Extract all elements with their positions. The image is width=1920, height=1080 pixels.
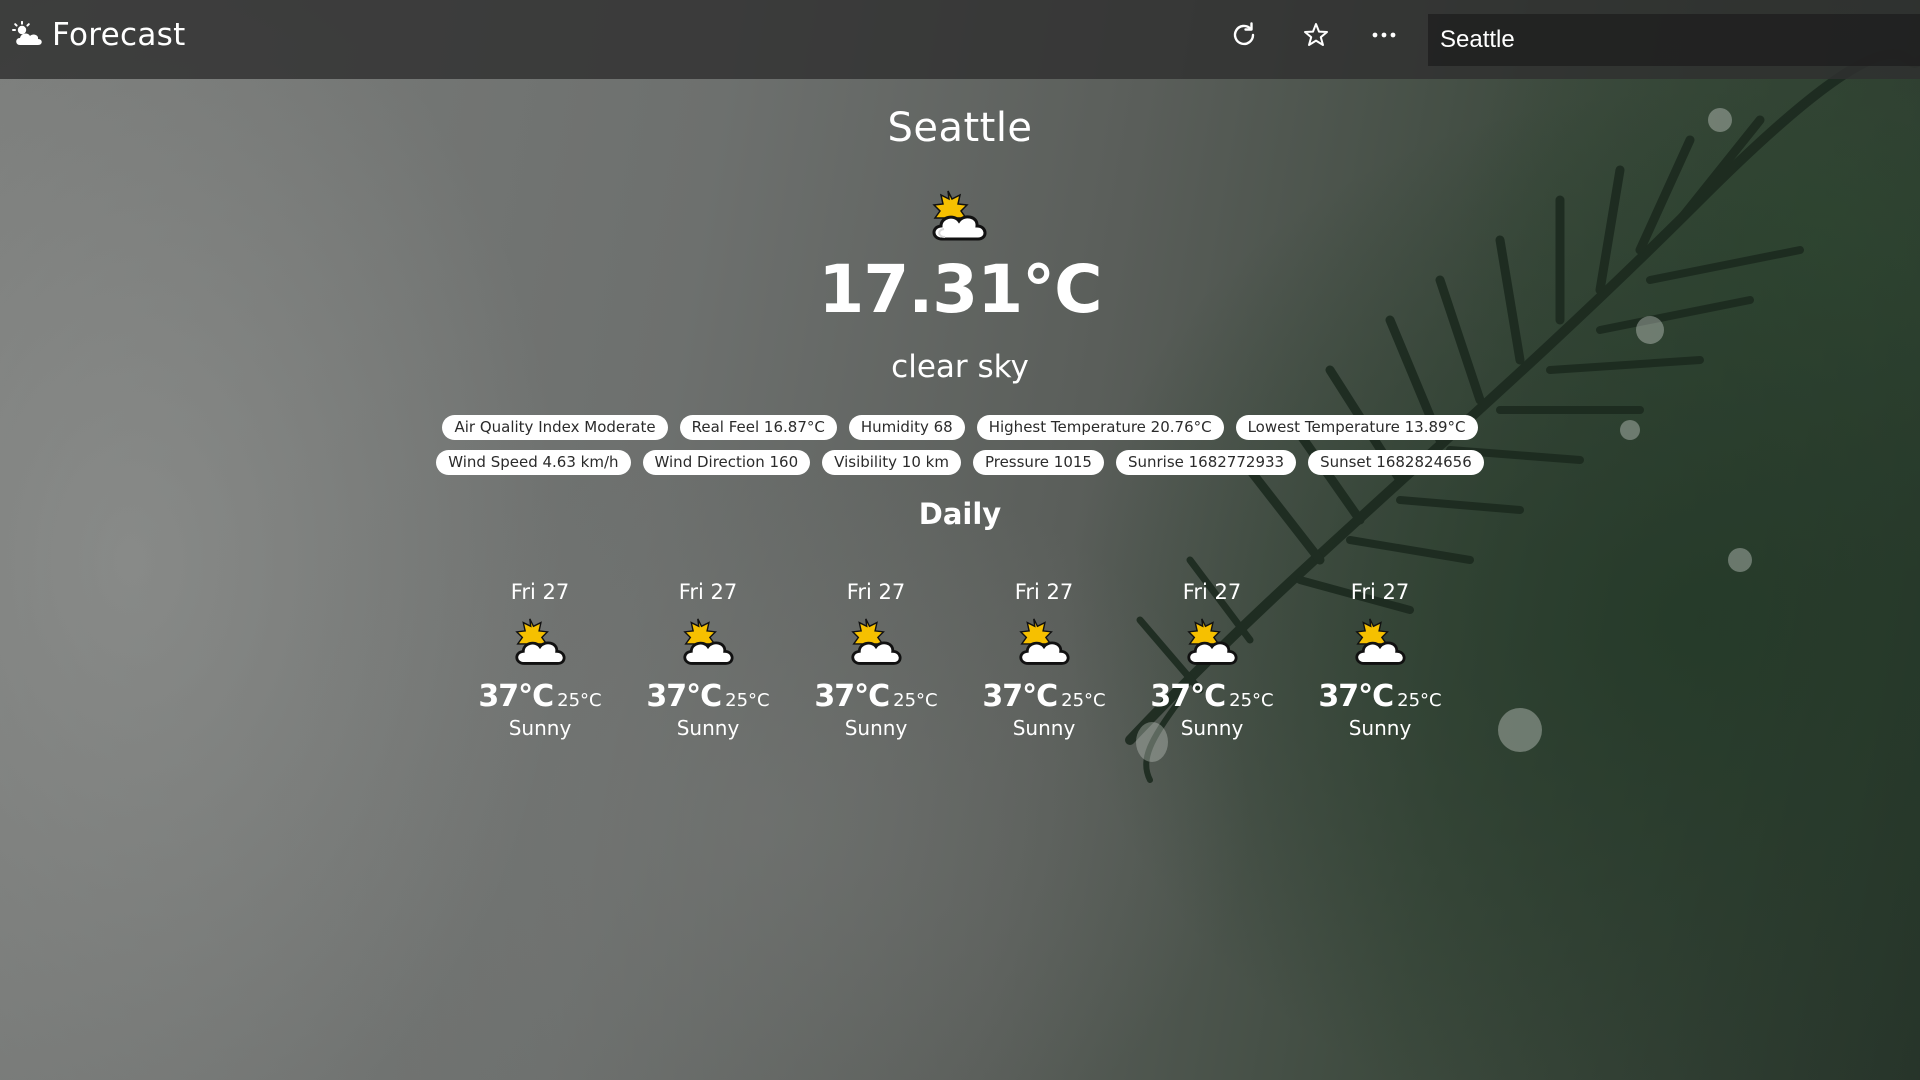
partly-cloudy-icon	[932, 190, 987, 241]
cloud-sun-icon	[12, 21, 42, 45]
day-condition: Sunny	[1012, 716, 1076, 740]
day-condition: Sunny	[508, 716, 572, 740]
weather-description: clear sky	[891, 349, 1029, 385]
day-condition: Sunny	[1348, 716, 1412, 740]
daily-card: Fri 27 37°C 25°C Sunny	[1296, 579, 1464, 740]
day-date: Fri 27	[1014, 580, 1074, 604]
day-low: 25°C	[1397, 690, 1442, 711]
weather-details: Air Quality Index Moderate Real Feel 16.…	[400, 415, 1520, 475]
day-low: 25°C	[557, 690, 602, 711]
daily-card: Fri 27 37°C 25°C Sunny	[792, 579, 960, 740]
daily-heading: Daily	[918, 497, 1002, 531]
detail-chip: Visibility 10 km	[822, 450, 961, 475]
partly-cloudy-icon	[515, 618, 566, 665]
detail-chip: Air Quality Index Moderate	[442, 415, 668, 440]
detail-chip: Sunset 1682824656	[1308, 450, 1484, 475]
daily-card: Fri 27 37°C 25°C Sunny	[1128, 579, 1296, 740]
more-button[interactable]	[1368, 19, 1400, 51]
app-title: Forecast	[52, 17, 186, 53]
star-icon	[1304, 23, 1328, 46]
partly-cloudy-icon	[1019, 618, 1070, 665]
day-high: 37°C	[982, 679, 1058, 714]
refresh-icon	[1233, 22, 1255, 46]
day-low: 25°C	[1229, 690, 1274, 711]
detail-chip: Humidity 68	[848, 415, 965, 440]
background-image	[0, 0, 1920, 1080]
city-name: Seattle	[887, 105, 1033, 151]
day-date: Fri 27	[1350, 580, 1410, 604]
detail-chip: Highest Temperature 20.76°C	[976, 415, 1224, 440]
detail-chip: Pressure 1015	[972, 450, 1104, 475]
pine-branch-graphic	[1125, 49, 1920, 783]
day-condition: Sunny	[1180, 716, 1244, 740]
partly-cloudy-icon	[683, 618, 734, 665]
day-date: Fri 27	[846, 580, 906, 604]
detail-chip: Lowest Temperature 13.89°C	[1235, 415, 1478, 440]
day-low: 25°C	[1061, 690, 1106, 711]
favorite-button[interactable]	[1300, 19, 1332, 51]
day-date: Fri 27	[510, 580, 570, 604]
daily-forecast: Fri 27 37°C 25°C Sunny Fri 27 37°C 25°C Su…	[456, 579, 1464, 779]
day-high: 37°C	[1318, 679, 1394, 714]
daily-card: Fri 27 37°C 25°C Sunny	[624, 579, 792, 740]
detail-chip: Wind Speed 4.63 km/h	[436, 450, 631, 475]
more-horizontal-icon	[1372, 32, 1396, 38]
partly-cloudy-icon	[1355, 618, 1406, 665]
detail-chip: Wind Direction 160	[642, 450, 811, 475]
refresh-button[interactable]	[1228, 19, 1260, 51]
daily-card: Fri 27 37°C 25°C Sunny	[960, 579, 1128, 740]
detail-chip: Sunrise 1682772933	[1115, 450, 1297, 475]
day-condition: Sunny	[844, 716, 908, 740]
current-temperature: 17.31°C	[818, 251, 1102, 328]
day-high: 37°C	[814, 679, 890, 714]
day-high: 37°C	[478, 679, 554, 714]
day-low: 25°C	[893, 690, 938, 711]
day-high: 37°C	[646, 679, 722, 714]
partly-cloudy-icon	[1187, 618, 1238, 665]
partly-cloudy-icon	[851, 618, 902, 665]
day-date: Fri 27	[678, 580, 738, 604]
day-high: 37°C	[1150, 679, 1226, 714]
daily-card: Fri 27 37°C 25°C Sunny	[456, 579, 624, 740]
day-low: 25°C	[725, 690, 770, 711]
brand[interactable]: Forecast	[12, 0, 186, 70]
search-input[interactable]	[1428, 14, 1920, 66]
detail-chip: Real Feel 16.87°C	[679, 415, 837, 440]
day-condition: Sunny	[676, 716, 740, 740]
day-date: Fri 27	[1182, 580, 1242, 604]
top-bar: Forecast	[0, 0, 1920, 79]
